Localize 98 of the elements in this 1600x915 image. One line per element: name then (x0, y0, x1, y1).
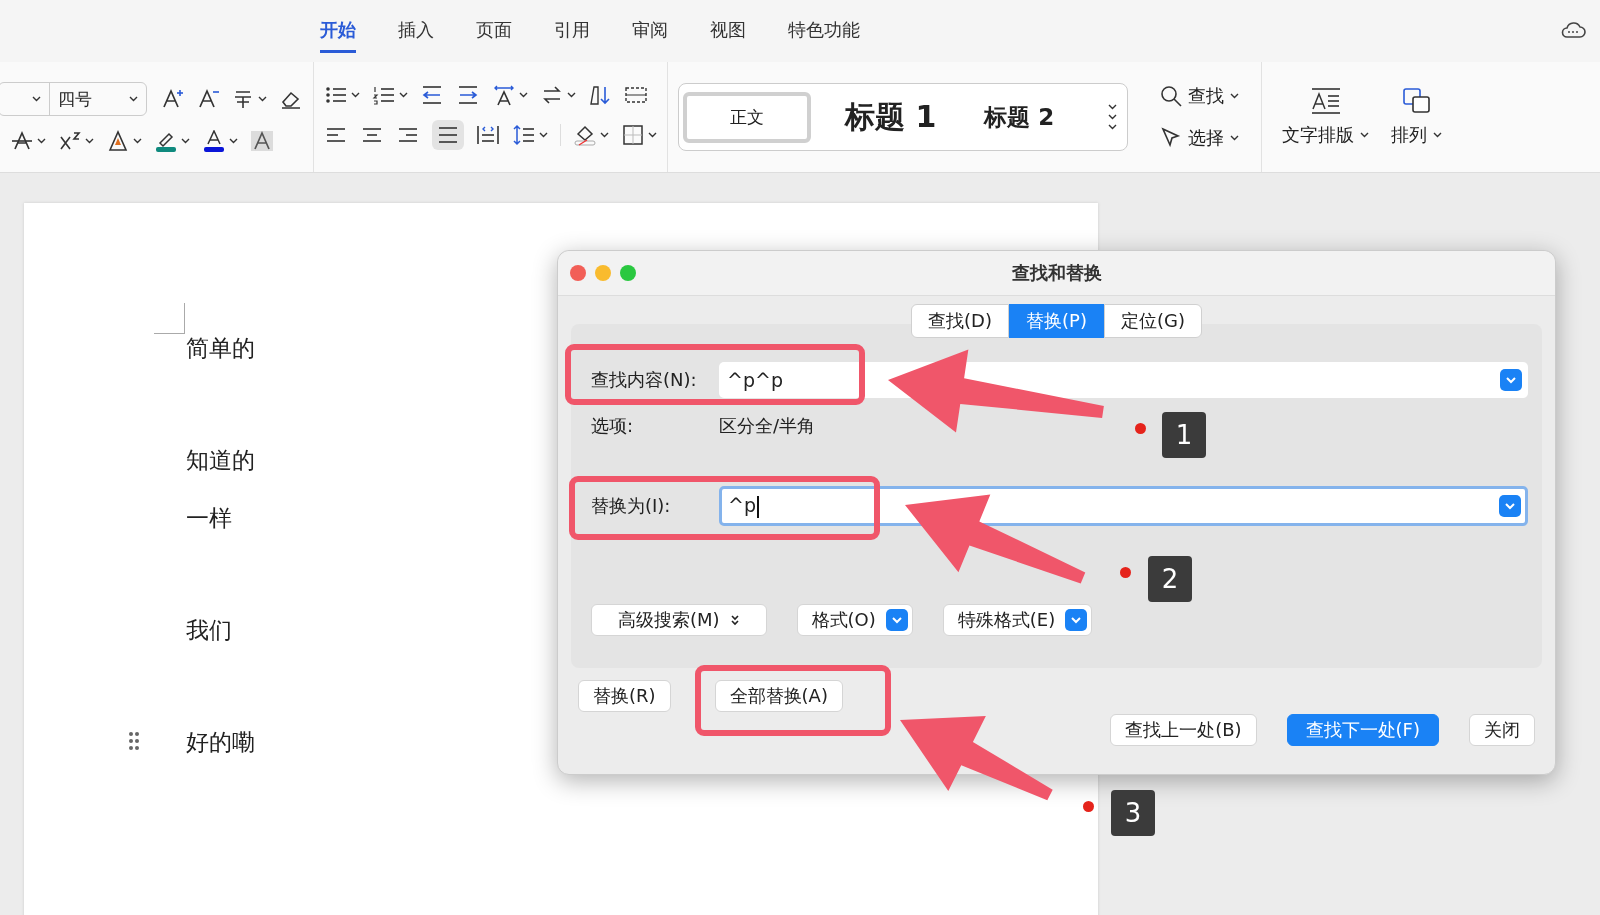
chevron-icon (1433, 132, 1442, 138)
text-direction-icon[interactable] (492, 84, 516, 106)
style-option[interactable]: 标题 2 (970, 87, 1069, 147)
find-button[interactable]: 查找 (1160, 84, 1239, 108)
document-text: 知道的 (186, 446, 255, 473)
caret-icon (258, 96, 267, 102)
replace-input-field[interactable]: ^p (719, 486, 1528, 526)
dialog-button[interactable]: 关闭 (1469, 714, 1535, 746)
close-window-button[interactable] (570, 265, 586, 281)
dropdown-caret-icon[interactable] (1499, 495, 1521, 517)
style-option[interactable]: 正文 (683, 91, 811, 143)
font-color-icon[interactable] (202, 130, 226, 152)
ribbon-tab[interactable]: 视图 (710, 9, 746, 53)
replace-button[interactable]: 替换(R) (578, 680, 671, 712)
options-value: 区分全/半角 (719, 414, 816, 438)
search-icon (1160, 85, 1182, 107)
advanced-search-button[interactable]: 高级搜索(M) (591, 604, 767, 636)
decrease-indent-icon[interactable] (420, 84, 444, 106)
replace-button[interactable]: 全部替换(A) (714, 680, 843, 712)
step-number: 3 (1111, 790, 1155, 836)
caret-icon (399, 92, 408, 98)
chevron-icon (129, 96, 138, 102)
caret-icon (229, 138, 238, 144)
fill-bucket-icon[interactable] (573, 124, 597, 146)
character-shading-icon[interactable] (250, 130, 274, 152)
caret-icon (133, 138, 142, 144)
borders-icon[interactable] (621, 124, 645, 146)
chevron-icon (32, 96, 41, 102)
chevron-icon (1230, 135, 1239, 141)
margin-corner-mark (154, 303, 185, 334)
dialog-button[interactable]: 查找下一处(F) (1286, 714, 1439, 746)
strikethrough-icon[interactable] (10, 130, 34, 152)
select-button[interactable]: 选择 (1160, 126, 1239, 150)
increase-indent-icon[interactable] (456, 84, 480, 106)
scroll-down-icon (1108, 114, 1117, 120)
drag-handle-icon[interactable] (128, 731, 140, 751)
swap-arrows-icon[interactable] (540, 84, 564, 106)
ribbon-tab[interactable]: 引用 (554, 9, 590, 53)
caret-icon (351, 92, 360, 98)
caret-icon (539, 132, 548, 138)
arrange-button[interactable]: 排列 (1391, 87, 1442, 147)
superscript-icon[interactable] (58, 130, 82, 152)
dropdown-caret-icon[interactable] (1500, 369, 1522, 391)
chevron-icon (890, 616, 903, 624)
caret-icon (519, 92, 528, 98)
text-layout-icon (1309, 87, 1342, 115)
style-option[interactable]: 标题 1 (831, 82, 951, 152)
caret-icon (600, 132, 609, 138)
highlighter-icon[interactable] (154, 130, 178, 152)
find-label: 查找内容(N): (591, 368, 698, 392)
options-label: 选项: (591, 414, 635, 438)
chevron-icon (1504, 502, 1516, 510)
ribbon-tab[interactable]: 开始 (320, 9, 356, 53)
dropdown-button[interactable]: 格式(O) (796, 604, 913, 636)
chevron-icon (1230, 93, 1239, 99)
marker-dot (1083, 801, 1094, 812)
dropdown-button[interactable]: 特殊格式(E) (942, 604, 1093, 636)
line-spacing-icon[interactable] (512, 124, 536, 146)
document-text: 我们 (186, 616, 233, 643)
dialog-title: 查找和替换 (1011, 262, 1102, 283)
text-effect-icon[interactable] (106, 130, 130, 152)
caret-icon (85, 138, 94, 144)
sort-icon[interactable] (588, 84, 612, 106)
dialog-tab[interactable]: 定位(G) (1103, 304, 1202, 338)
dialog-tab[interactable]: 查找(D) (911, 304, 1009, 338)
numbered-list-icon[interactable] (372, 84, 396, 106)
text-layout-button[interactable]: 文字排版 (1282, 87, 1369, 147)
step-number: 2 (1148, 556, 1192, 602)
scroll-up-icon (1108, 104, 1117, 110)
expand-gallery-icon (1108, 124, 1117, 130)
caret-icon (567, 92, 576, 98)
justify-icon[interactable] (436, 124, 460, 146)
caret-icon (181, 138, 190, 144)
bullet-list-icon[interactable] (324, 84, 348, 106)
dialog-tab[interactable]: 替换(P) (1009, 304, 1104, 338)
cursor-arrow-icon (1160, 127, 1182, 149)
marker-dot (1135, 423, 1146, 434)
double-caret-icon (729, 614, 740, 626)
caret-icon (37, 138, 46, 144)
cloud-icon[interactable] (1560, 20, 1586, 40)
marker-dot (1120, 567, 1131, 578)
ribbon-tab[interactable]: 页面 (476, 9, 512, 53)
document-text: 好的嘞 (186, 728, 255, 755)
chevron-icon (1070, 616, 1083, 624)
document-text: 一样 (186, 504, 233, 531)
ribbon-tab[interactable]: 插入 (398, 9, 434, 53)
caret-icon (648, 132, 657, 138)
chevron-icon (1360, 132, 1369, 138)
distribute-icon[interactable] (476, 124, 500, 146)
ribbon-tab[interactable]: 特色功能 (788, 9, 860, 53)
dialog-button[interactable]: 查找上一处(B) (1110, 714, 1257, 746)
ribbon-tab[interactable]: 审阅 (632, 9, 668, 53)
layers-icon (1400, 87, 1433, 115)
step-number: 1 (1162, 412, 1206, 458)
chevron-icon (1505, 376, 1517, 384)
table-grid-icon[interactable] (624, 84, 648, 106)
document-text: 简单的 (186, 334, 255, 361)
replace-label: 替换为(I): (591, 494, 672, 518)
